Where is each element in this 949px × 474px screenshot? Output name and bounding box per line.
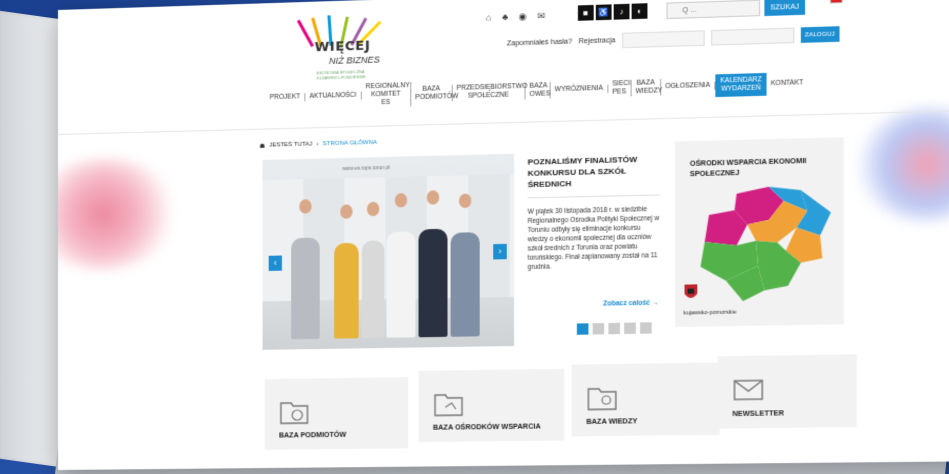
nav-kalendarz[interactable]: KALENDARZ WYDARZEŃ <box>715 72 767 98</box>
wheelchair-icon[interactable]: ♿ <box>595 4 612 21</box>
decor-blob-right <box>856 105 949 224</box>
login-button[interactable]: ZALOGUJ <box>800 26 840 43</box>
news-more-link[interactable]: Zobacz całość → <box>603 299 659 307</box>
tile-baza-osrodkow[interactable]: BAZA OŚRODKÓW WSPARCIA <box>418 368 565 443</box>
slider-prev-button[interactable]: ‹ <box>268 255 282 271</box>
breadcrumb: ☗ JESTEŚ TUTAJ › STRONA GŁÓWNA <box>260 140 378 150</box>
tile-baza-podmiotow[interactable]: BAZA PODMIOTÓW <box>264 377 409 450</box>
slider-dot[interactable] <box>640 322 652 334</box>
nav-przedsiebiorstwo[interactable]: PRZEDSIĘBIORSTWO SPOŁECZNE <box>452 83 527 102</box>
slider-dot[interactable] <box>608 322 621 335</box>
top-icons: ⌂ ♣ ◉ ✉ <box>486 11 545 24</box>
tile-label: BAZA OŚRODKÓW WSPARCIA <box>432 423 541 432</box>
person-figure <box>386 231 416 338</box>
search-form: SZUKAJ <box>666 0 806 20</box>
news-body: W piątek 30 listopada 2018 r. w siedzibi… <box>527 206 660 272</box>
slider-next-button[interactable]: › <box>493 243 507 260</box>
breadcrumb-sep: › <box>316 141 319 148</box>
nav-sieci-pes[interactable]: SIECI PES <box>608 79 632 97</box>
website-screenshot: WIĘCEJ NIŻ BIZNES EKONOMIA SPOŁECZNA KUJ… <box>58 0 949 470</box>
folder-icon <box>279 397 310 426</box>
person-figure <box>418 228 448 338</box>
decor-blob-left <box>58 156 179 271</box>
nav-aktualnosci[interactable]: AKTUALNOŚCI <box>305 91 362 102</box>
tile-baza-wiedzy[interactable]: BAZA WIEDZY <box>571 362 720 437</box>
stage: WIĘCEJ NIŻ BIZNES EKONOMIA SPOŁECZNA KUJ… <box>0 0 949 474</box>
slider-banner-text: www.es.rops.torun.pl <box>342 164 391 173</box>
logo-line1: WIĘCEJ <box>314 38 371 56</box>
person-figure <box>334 242 359 339</box>
slider-dot[interactable] <box>624 322 636 335</box>
breadcrumb-current[interactable]: STRONA GŁÓWNA <box>323 140 377 148</box>
tile-label: BAZA WIEDZY <box>586 418 638 426</box>
breadcrumb-label: JESTEŚ TUTAJ <box>269 141 313 149</box>
nav-regionalny-komitet[interactable]: REGIONALNY KOMITET ES <box>361 81 412 108</box>
slider-dot[interactable] <box>592 323 605 335</box>
nav-projekt[interactable]: PROJEKT <box>265 93 306 103</box>
language-flag-icon[interactable] <box>829 0 843 4</box>
tile-label: NEWSLETTER <box>732 410 784 419</box>
accessibility-bar: ■ ♿ ♪ ◐ <box>577 3 648 21</box>
search-button[interactable]: SZUKAJ <box>764 0 806 17</box>
register-link[interactable]: Rejestracja <box>579 37 616 45</box>
slider-dots <box>576 322 652 335</box>
person-figure <box>361 240 385 339</box>
login-username-field[interactable] <box>621 30 705 49</box>
logo[interactable]: WIĘCEJ NIŻ BIZNES EKONOMIA SPOŁECZNA KUJ… <box>294 14 386 88</box>
tile-label: BAZA PODMIOTÓW <box>278 431 347 440</box>
map-region-label: kujawsko-pomorskie <box>683 309 737 317</box>
envelope-icon <box>732 374 764 403</box>
folder-icon <box>586 382 618 411</box>
contrast-icon[interactable]: ■ <box>577 4 594 21</box>
nav-baza-owes[interactable]: BAZA OWES <box>525 82 551 100</box>
nav-kontakt[interactable]: KONTAKT <box>767 79 808 88</box>
sitemap-icon[interactable]: ♣ <box>502 12 508 23</box>
person-figure <box>291 237 320 340</box>
news-divider <box>527 194 661 199</box>
tile-newsletter[interactable]: NEWSLETTER <box>717 354 857 429</box>
rss-icon[interactable]: ◉ <box>519 11 527 23</box>
slider-dot[interactable] <box>576 323 589 335</box>
box-left-side <box>0 10 66 469</box>
forgot-password-link[interactable]: Zapomniałeś hasła? <box>507 38 573 47</box>
nav-ogloszenia[interactable]: OGŁOSZENIA <box>660 81 716 92</box>
person-figure <box>450 232 480 337</box>
mail-icon[interactable]: ✉ <box>537 11 545 23</box>
nav-baza-podmiotow[interactable]: BAZA PODMIOTÓW <box>411 84 458 103</box>
audio-icon[interactable]: ♪ <box>613 3 630 20</box>
nav-wyroznienia[interactable]: WYRÓŻNIENIA <box>550 84 609 95</box>
map-box: OŚRODKI WSPARCIA EKONOMII SPOŁECZNEJ kuj… <box>674 137 844 328</box>
home-icon[interactable]: ⌂ <box>486 12 492 23</box>
region-map[interactable] <box>694 181 833 306</box>
login-row: Zapomniałeś hasła? Rejestracja ZALOGUJ <box>507 26 840 51</box>
login-password-field[interactable] <box>710 27 795 46</box>
coat-of-arms-icon <box>684 284 698 299</box>
user-icon: ☗ <box>259 143 266 150</box>
slider-image[interactable]: www.es.rops.torun.pl ‹ › <box>262 153 515 350</box>
logo-line2: NIŻ BIZNES <box>328 54 380 67</box>
folder-icon <box>433 389 464 418</box>
search-input[interactable] <box>666 0 761 20</box>
nav-baza-wiedzy[interactable]: BAZA WIEDZY <box>631 79 662 97</box>
map-title: OŚRODKI WSPARCIA EKONOMII SPOŁECZNEJ <box>689 157 807 179</box>
news-title[interactable]: POZNALIŚMY FINALISTÓW KONKURSU DLA SZKÓŁ… <box>528 153 658 190</box>
header-divider <box>58 109 949 135</box>
sign-language-icon[interactable]: ◐ <box>631 3 648 20</box>
logo-subtitle: EKONOMIA SPOŁECZNA KUJAWSKO-POMORSKIE <box>316 69 366 81</box>
